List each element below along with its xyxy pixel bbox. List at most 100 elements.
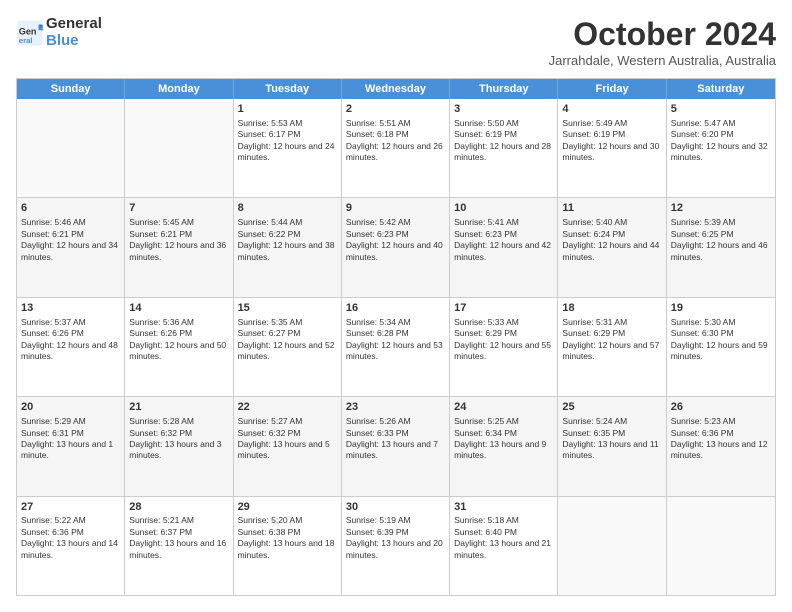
day-info: Daylight: 13 hours and 3 minutes.	[129, 439, 228, 462]
day-info: Sunrise: 5:40 AM	[562, 217, 661, 228]
day-info: Sunrise: 5:18 AM	[454, 515, 553, 526]
day-info: Sunrise: 5:26 AM	[346, 416, 445, 427]
day-info: Daylight: 12 hours and 32 minutes.	[671, 141, 771, 164]
day-info: Sunset: 6:24 PM	[562, 229, 661, 240]
day-number: 17	[454, 301, 553, 316]
svg-text:eral: eral	[19, 35, 33, 44]
day-info: Daylight: 13 hours and 16 minutes.	[129, 538, 228, 561]
calendar-cell: 29Sunrise: 5:20 AMSunset: 6:38 PMDayligh…	[234, 497, 342, 595]
day-info: Sunrise: 5:51 AM	[346, 118, 445, 129]
header-monday: Monday	[125, 79, 233, 99]
day-info: Sunrise: 5:31 AM	[562, 317, 661, 328]
calendar-cell: 11Sunrise: 5:40 AMSunset: 6:24 PMDayligh…	[558, 198, 666, 296]
day-number: 30	[346, 500, 445, 515]
day-info: Sunrise: 5:37 AM	[21, 317, 120, 328]
calendar-cell: 16Sunrise: 5:34 AMSunset: 6:28 PMDayligh…	[342, 298, 450, 396]
day-info: Daylight: 12 hours and 50 minutes.	[129, 340, 228, 363]
day-info: Daylight: 12 hours and 40 minutes.	[346, 240, 445, 263]
day-number: 13	[21, 301, 120, 316]
calendar-cell: 26Sunrise: 5:23 AMSunset: 6:36 PMDayligh…	[667, 397, 775, 495]
day-info: Sunrise: 5:46 AM	[21, 217, 120, 228]
logo-text-blue: Blue	[46, 33, 102, 50]
month-title: October 2024	[549, 16, 776, 53]
calendar-cell: 13Sunrise: 5:37 AMSunset: 6:26 PMDayligh…	[17, 298, 125, 396]
header-friday: Friday	[558, 79, 666, 99]
day-info: Daylight: 13 hours and 11 minutes.	[562, 439, 661, 462]
calendar-cell: 10Sunrise: 5:41 AMSunset: 6:23 PMDayligh…	[450, 198, 558, 296]
day-info: Sunset: 6:27 PM	[238, 328, 337, 339]
day-number: 31	[454, 500, 553, 515]
calendar-cell: 30Sunrise: 5:19 AMSunset: 6:39 PMDayligh…	[342, 497, 450, 595]
day-info: Sunrise: 5:33 AM	[454, 317, 553, 328]
header-tuesday: Tuesday	[234, 79, 342, 99]
day-info: Sunrise: 5:49 AM	[562, 118, 661, 129]
day-info: Sunrise: 5:30 AM	[671, 317, 771, 328]
day-info: Daylight: 12 hours and 48 minutes.	[21, 340, 120, 363]
day-number: 28	[129, 500, 228, 515]
day-info: Sunset: 6:19 PM	[454, 129, 553, 140]
day-number: 29	[238, 500, 337, 515]
day-info: Sunset: 6:29 PM	[562, 328, 661, 339]
calendar-cell: 2Sunrise: 5:51 AMSunset: 6:18 PMDaylight…	[342, 99, 450, 197]
calendar-row-1: 1Sunrise: 5:53 AMSunset: 6:17 PMDaylight…	[17, 99, 775, 198]
day-info: Daylight: 13 hours and 5 minutes.	[238, 439, 337, 462]
day-number: 24	[454, 400, 553, 415]
header-sunday: Sunday	[17, 79, 125, 99]
day-info: Sunrise: 5:27 AM	[238, 416, 337, 427]
day-number: 11	[562, 201, 661, 216]
day-info: Sunset: 6:29 PM	[454, 328, 553, 339]
calendar-cell: 14Sunrise: 5:36 AMSunset: 6:26 PMDayligh…	[125, 298, 233, 396]
day-number: 5	[671, 102, 771, 117]
day-info: Sunrise: 5:35 AM	[238, 317, 337, 328]
calendar-cell: 27Sunrise: 5:22 AMSunset: 6:36 PMDayligh…	[17, 497, 125, 595]
day-info: Sunset: 6:22 PM	[238, 229, 337, 240]
day-info: Sunset: 6:33 PM	[346, 428, 445, 439]
day-info: Sunset: 6:26 PM	[129, 328, 228, 339]
calendar-cell: 22Sunrise: 5:27 AMSunset: 6:32 PMDayligh…	[234, 397, 342, 495]
day-info: Sunrise: 5:22 AM	[21, 515, 120, 526]
day-number: 1	[238, 102, 337, 117]
day-info: Sunrise: 5:41 AM	[454, 217, 553, 228]
calendar-cell: 4Sunrise: 5:49 AMSunset: 6:19 PMDaylight…	[558, 99, 666, 197]
day-info: Sunset: 6:25 PM	[671, 229, 771, 240]
day-info: Daylight: 13 hours and 7 minutes.	[346, 439, 445, 462]
day-info: Daylight: 13 hours and 18 minutes.	[238, 538, 337, 561]
logo-text-block: General Blue	[46, 16, 102, 49]
day-info: Sunset: 6:23 PM	[454, 229, 553, 240]
day-info: Sunrise: 5:20 AM	[238, 515, 337, 526]
day-info: Daylight: 12 hours and 30 minutes.	[562, 141, 661, 164]
day-number: 9	[346, 201, 445, 216]
day-info: Sunrise: 5:25 AM	[454, 416, 553, 427]
calendar-row-2: 6Sunrise: 5:46 AMSunset: 6:21 PMDaylight…	[17, 198, 775, 297]
logo: Gen eral General Blue	[16, 16, 102, 49]
day-info: Sunset: 6:32 PM	[238, 428, 337, 439]
header-thursday: Thursday	[450, 79, 558, 99]
day-info: Sunset: 6:18 PM	[346, 129, 445, 140]
header: Gen eral General Blue October 2024 Jarra…	[16, 16, 776, 68]
day-number: 22	[238, 400, 337, 415]
day-info: Sunset: 6:21 PM	[129, 229, 228, 240]
calendar-row-5: 27Sunrise: 5:22 AMSunset: 6:36 PMDayligh…	[17, 497, 775, 595]
day-number: 2	[346, 102, 445, 117]
day-info: Daylight: 12 hours and 36 minutes.	[129, 240, 228, 263]
location-title: Jarrahdale, Western Australia, Australia	[549, 53, 776, 68]
day-info: Sunset: 6:36 PM	[21, 527, 120, 538]
day-info: Sunrise: 5:44 AM	[238, 217, 337, 228]
day-info: Sunrise: 5:50 AM	[454, 118, 553, 129]
day-number: 26	[671, 400, 771, 415]
day-info: Daylight: 12 hours and 24 minutes.	[238, 141, 337, 164]
calendar-cell: 18Sunrise: 5:31 AMSunset: 6:29 PMDayligh…	[558, 298, 666, 396]
day-info: Sunset: 6:37 PM	[129, 527, 228, 538]
day-info: Daylight: 12 hours and 44 minutes.	[562, 240, 661, 263]
calendar-cell: 25Sunrise: 5:24 AMSunset: 6:35 PMDayligh…	[558, 397, 666, 495]
day-info: Sunrise: 5:36 AM	[129, 317, 228, 328]
logo-icon: Gen eral	[16, 19, 44, 47]
day-info: Sunset: 6:17 PM	[238, 129, 337, 140]
calendar-cell: 17Sunrise: 5:33 AMSunset: 6:29 PMDayligh…	[450, 298, 558, 396]
day-info: Sunrise: 5:21 AM	[129, 515, 228, 526]
day-info: Sunset: 6:32 PM	[129, 428, 228, 439]
day-info: Sunrise: 5:19 AM	[346, 515, 445, 526]
day-info: Daylight: 12 hours and 34 minutes.	[21, 240, 120, 263]
day-info: Sunrise: 5:29 AM	[21, 416, 120, 427]
calendar-cell: 21Sunrise: 5:28 AMSunset: 6:32 PMDayligh…	[125, 397, 233, 495]
